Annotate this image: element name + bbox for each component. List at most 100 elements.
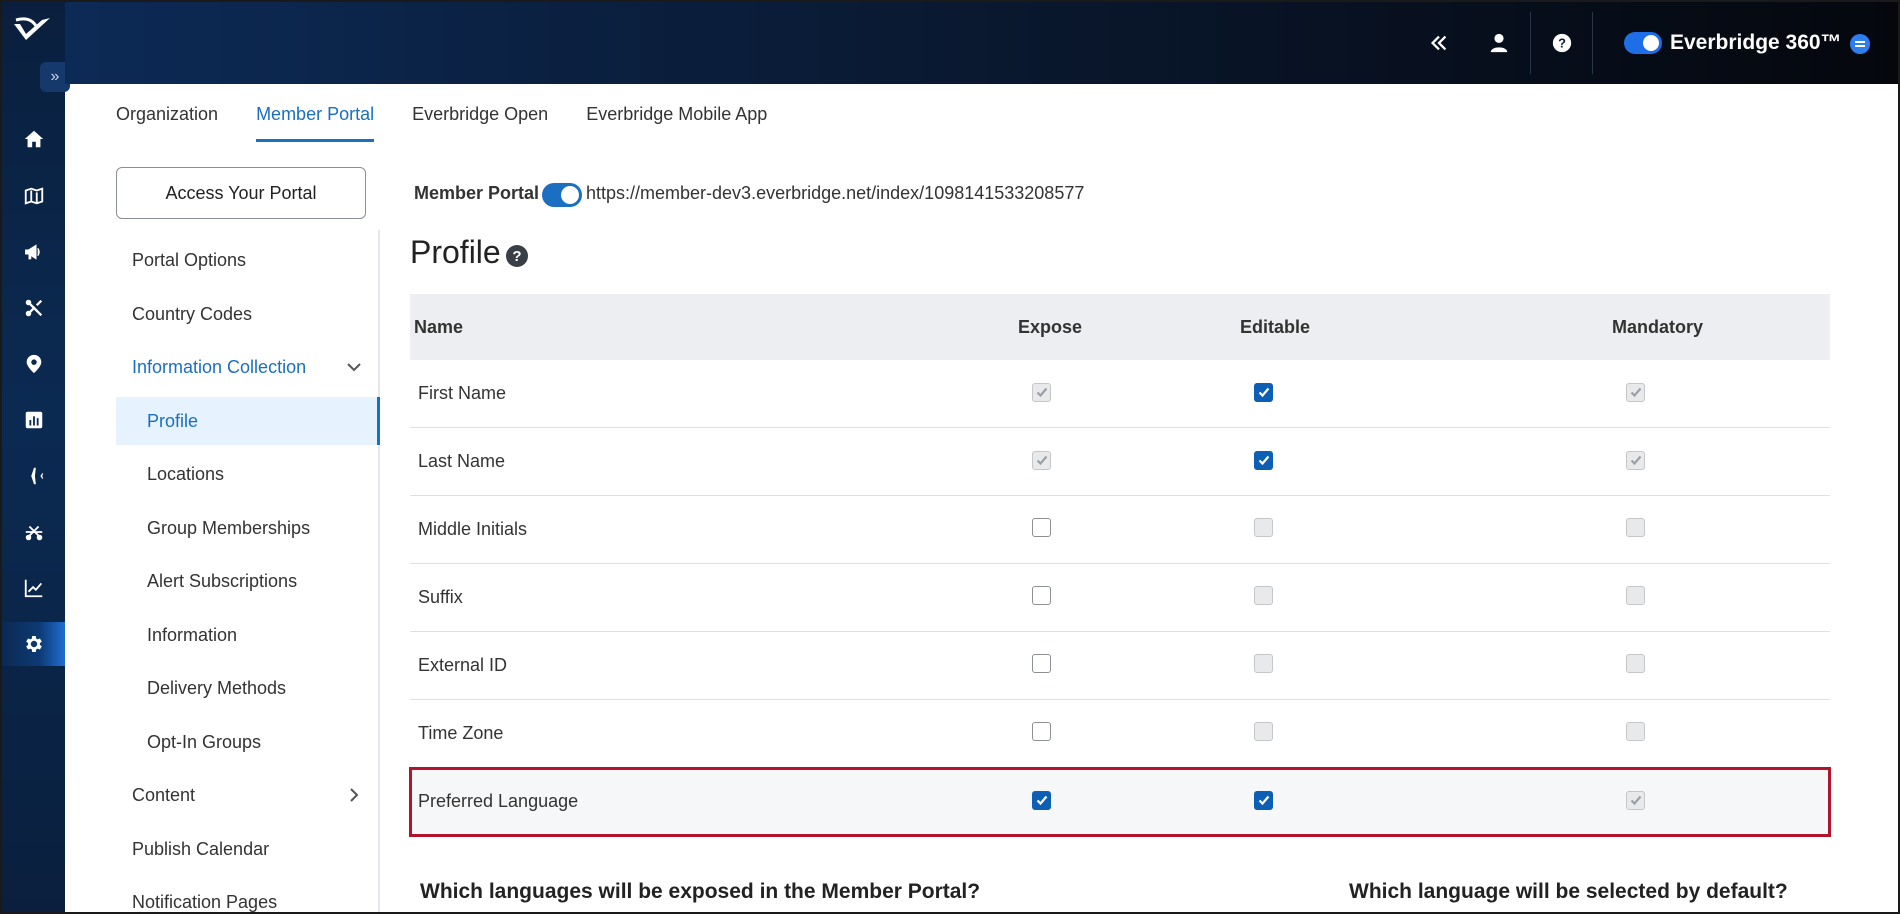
chevron-down-icon — [344, 357, 364, 377]
360-toggle-switch[interactable] — [1624, 32, 1662, 54]
tab-organization[interactable]: Organization — [116, 102, 218, 142]
member-portal-url[interactable]: https://member-dev3.everbridge.net/index… — [586, 183, 1084, 204]
plane-icon[interactable] — [2, 454, 65, 498]
sidebar-item-information-collection[interactable]: Information Collection — [116, 343, 378, 391]
table-row: Last Name — [410, 428, 1830, 496]
editable-checkbox — [1254, 653, 1273, 673]
field-name: First Name — [418, 383, 507, 403]
user-icon[interactable] — [1482, 26, 1516, 60]
svg-text:?: ? — [1558, 36, 1566, 51]
expose-cell — [1018, 517, 1240, 542]
chart-icon[interactable] — [2, 566, 65, 610]
expose-checkbox[interactable] — [1032, 517, 1051, 537]
table-row: First Name — [410, 360, 1830, 428]
page-title: Profile — [410, 234, 501, 270]
home-icon[interactable] — [2, 117, 65, 161]
chevron-right-icon — [344, 785, 364, 805]
gear-icon[interactable] — [2, 622, 65, 666]
mandatory-checkbox — [1626, 790, 1645, 810]
table-row: Suffix — [410, 564, 1830, 632]
table-row: Time Zone — [410, 700, 1830, 768]
sidebar-item-notification-pages[interactable]: Notification Pages — [116, 878, 378, 912]
profile-fields-table: Name Expose Editable Mandatory First Nam… — [409, 294, 1831, 837]
member-portal-label: Member Portal — [414, 183, 540, 203]
app-window: » ? Everbridge 360™ Organization Member … — [0, 0, 1900, 914]
collapse-double-chevron-icon[interactable] — [1422, 26, 1456, 60]
sidebar-item-group-memberships[interactable]: Group Memberships — [116, 504, 378, 552]
editable-checkbox — [1254, 585, 1273, 605]
field-name: Last Name — [418, 451, 506, 471]
mandatory-cell — [1612, 653, 1830, 678]
field-name: Preferred Language — [418, 791, 579, 811]
sidebar-item-locations[interactable]: Locations — [116, 450, 378, 498]
tab-member-portal[interactable]: Member Portal — [256, 102, 375, 142]
table-header: Name Expose Editable Mandatory — [410, 294, 1830, 360]
tab-everbridge-open[interactable]: Everbridge Open — [412, 102, 548, 142]
editable-cell — [1240, 585, 1612, 610]
mandatory-checkbox — [1626, 382, 1645, 402]
map-icon[interactable] — [2, 174, 65, 218]
sidebar-item-publish-calendar[interactable]: Publish Calendar — [116, 825, 378, 873]
expose-checkbox[interactable] — [1032, 653, 1051, 673]
field-name: Time Zone — [418, 723, 504, 743]
mandatory-cell — [1612, 585, 1830, 610]
mandatory-cell — [1612, 517, 1830, 542]
editable-cell — [1240, 382, 1612, 405]
expose-checkbox — [1032, 382, 1051, 402]
table-row: Middle Initials — [410, 496, 1830, 564]
expose-cell — [1018, 450, 1240, 473]
editable-checkbox — [1254, 517, 1273, 537]
megaphone-icon[interactable] — [2, 230, 65, 274]
sidebar-divider — [378, 230, 380, 912]
sidebar-item-alert-subscriptions[interactable]: Alert Subscriptions — [116, 557, 378, 605]
editable-cell — [1240, 517, 1612, 542]
sidebar-item-content[interactable]: Content — [116, 771, 378, 819]
sidebar-item-label: Information Collection — [132, 356, 307, 377]
editable-cell — [1240, 721, 1612, 746]
editable-checkbox[interactable] — [1254, 382, 1273, 402]
editable-cell — [1240, 450, 1612, 473]
expose-cell — [1018, 653, 1240, 678]
chat-icon[interactable] — [1850, 34, 1870, 54]
field-name: External ID — [418, 655, 508, 675]
report-icon[interactable] — [2, 398, 65, 442]
expose-cell — [1018, 790, 1240, 813]
editable-cell — [1240, 653, 1612, 678]
left-rail: » — [2, 2, 70, 912]
default-language-question: Which language will be selected by defau… — [1349, 880, 1788, 903]
mandatory-checkbox — [1626, 517, 1645, 537]
languages-question: Which languages will be exposed in the M… — [420, 880, 981, 903]
incident-icon[interactable] — [2, 286, 65, 330]
sidebar-item-portal-options[interactable]: Portal Options — [116, 236, 378, 284]
scissors-icon[interactable] — [2, 510, 65, 554]
mandatory-cell — [1612, 721, 1830, 746]
editable-checkbox[interactable] — [1254, 790, 1273, 810]
mandatory-checkbox — [1626, 721, 1645, 741]
expose-cell — [1018, 382, 1240, 405]
sidebar-item-country-codes[interactable]: Country Codes — [116, 290, 378, 338]
header-expose: Expose — [1018, 316, 1083, 337]
help-circle-icon[interactable]: ? — [1545, 26, 1579, 60]
mandatory-cell — [1612, 382, 1830, 405]
expose-checkbox[interactable] — [1032, 585, 1051, 605]
expose-checkbox[interactable] — [1032, 790, 1051, 810]
field-name: Suffix — [418, 587, 463, 607]
expose-checkbox[interactable] — [1032, 721, 1051, 741]
editable-checkbox[interactable] — [1254, 450, 1273, 470]
tab-everbridge-mobile-app[interactable]: Everbridge Mobile App — [586, 102, 767, 142]
brand-name: Everbridge 360™ — [1670, 31, 1842, 54]
location-pin-icon[interactable] — [2, 342, 65, 386]
sidebar-item-information[interactable]: Information — [116, 611, 378, 659]
mandatory-checkbox — [1626, 450, 1645, 470]
sidebar-item-opt-in-groups[interactable]: Opt-In Groups — [116, 718, 378, 766]
expose-cell — [1018, 585, 1240, 610]
member-portal-toggle[interactable] — [542, 183, 582, 207]
help-icon[interactable]: ? — [506, 245, 528, 267]
sidebar-item-delivery-methods[interactable]: Delivery Methods — [116, 664, 378, 712]
access-your-portal-button[interactable]: Access Your Portal — [116, 167, 366, 219]
sidebar-item-profile[interactable]: Profile — [116, 397, 380, 445]
top-bar-divider — [1530, 12, 1531, 74]
mandatory-checkbox — [1626, 653, 1645, 673]
everbridge-logo-icon[interactable] — [12, 14, 52, 46]
main-tabs: Organization Member Portal Everbridge Op… — [116, 102, 805, 142]
